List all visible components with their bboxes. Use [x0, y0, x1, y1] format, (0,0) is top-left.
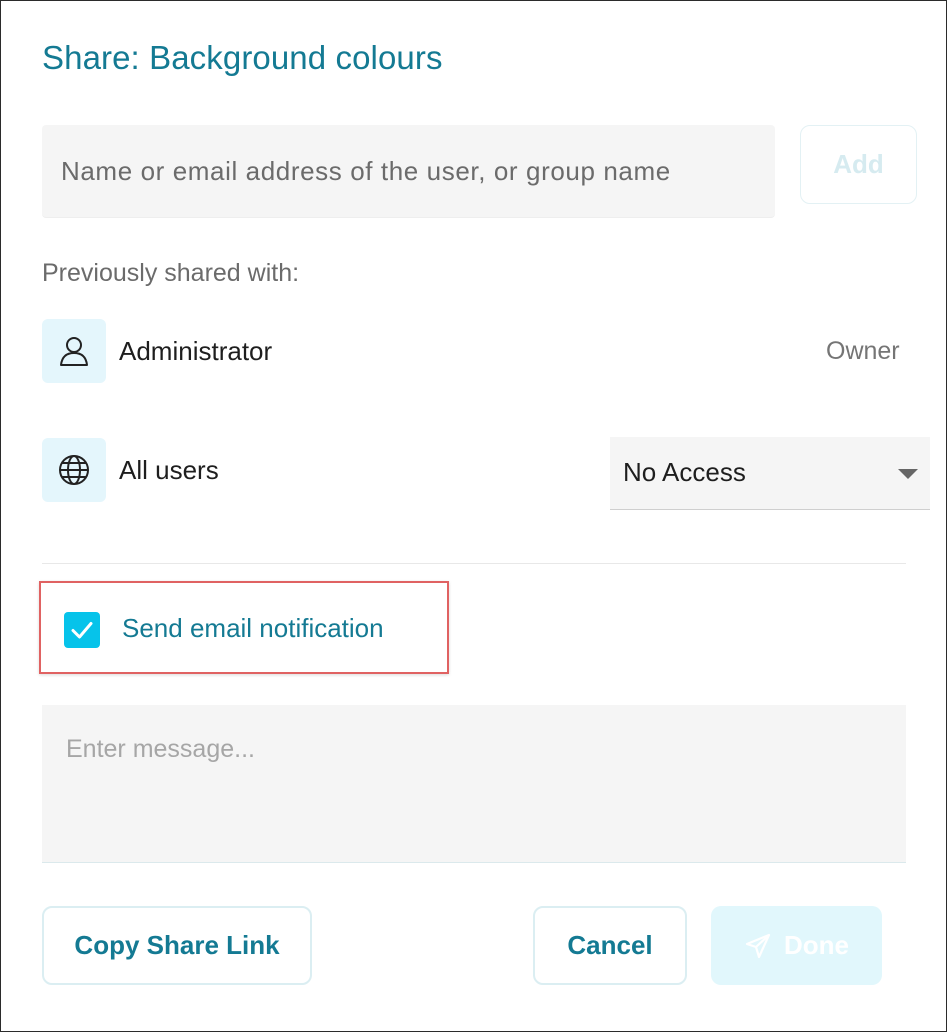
cancel-button[interactable]: Cancel — [533, 906, 687, 985]
message-field[interactable] — [42, 705, 906, 863]
user-icon — [60, 337, 88, 366]
done-button[interactable]: Done — [711, 906, 882, 985]
owner-role-label: Owner — [826, 337, 900, 365]
shared-group-name: All users — [119, 455, 219, 485]
globe-icon — [59, 455, 89, 485]
share-dialog: Share: Background colours Add Previously… — [0, 0, 947, 1032]
shared-user-name: Administrator — [119, 336, 273, 366]
access-level-select[interactable]: No Access — [610, 437, 930, 510]
done-label: Done — [784, 930, 849, 960]
email-notification-label[interactable]: Send email notification — [122, 613, 384, 644]
checkmark-icon — [71, 622, 93, 639]
group-avatar — [42, 438, 106, 502]
access-level-value: No Access — [623, 457, 746, 487]
send-icon — [744, 932, 772, 960]
share-search-field[interactable] — [42, 125, 775, 218]
email-notification-checkbox[interactable] — [64, 612, 100, 648]
previously-shared-label: Previously shared with: — [42, 259, 300, 287]
section-divider — [42, 563, 906, 564]
message-input[interactable] — [42, 705, 906, 862]
caret-down-icon — [898, 469, 918, 479]
dialog-title: Share: Background colours — [42, 39, 443, 76]
share-search-input[interactable] — [42, 125, 775, 217]
add-button[interactable]: Add — [800, 125, 917, 204]
copy-share-link-button[interactable]: Copy Share Link — [42, 906, 312, 985]
user-avatar — [42, 319, 106, 383]
